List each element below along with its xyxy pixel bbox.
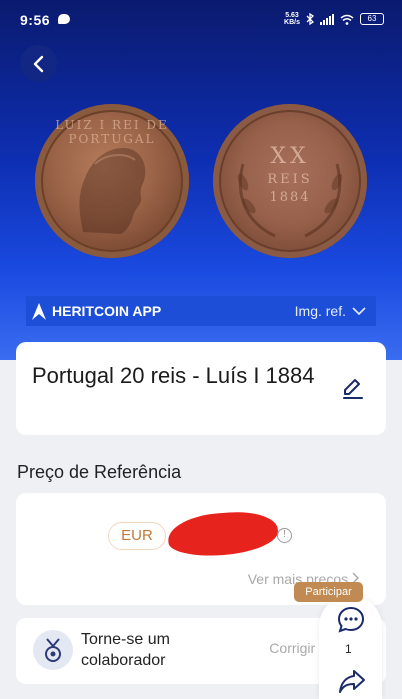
coin-image-header: 9:56 5.63 KB/s 63 LUIZ I REI DE PORTUGAL… bbox=[0, 0, 402, 360]
img-ref-label: Img. ref. bbox=[294, 303, 346, 319]
img-ref-dropdown[interactable]: Img. ref. bbox=[295, 303, 366, 319]
reference-price-heading: Preço de Referência bbox=[17, 462, 182, 482]
heritcoin-logo-icon bbox=[32, 303, 46, 320]
redacted-price bbox=[166, 509, 280, 559]
share-icon[interactable] bbox=[338, 668, 366, 694]
status-time: 9:56 bbox=[20, 12, 51, 28]
chevron-down-icon bbox=[352, 307, 366, 315]
brand-name: HERITCOIN APP bbox=[52, 303, 162, 319]
brand-watermark: HERITCOIN APP bbox=[30, 301, 161, 321]
participate-badge[interactable]: Participar bbox=[294, 582, 363, 602]
currency-selector[interactable]: EUR bbox=[108, 522, 166, 550]
signal-icon bbox=[320, 13, 334, 25]
become-collaborator-label: Torne-se um colaborador bbox=[81, 631, 170, 669]
coin-title: Portugal 20 reis - Luís I 1884 bbox=[32, 363, 315, 388]
medal-icon-container bbox=[33, 630, 73, 670]
coin-reverse-image[interactable]: XX REIS 1884 bbox=[213, 104, 367, 258]
coin-obverse-image[interactable]: LUIZ I REI DE PORTUGAL bbox=[35, 104, 189, 258]
edit-icon[interactable] bbox=[340, 375, 366, 401]
reverse-unit: REIS bbox=[267, 172, 313, 187]
medal-icon bbox=[45, 638, 61, 662]
battery-icon: 63 bbox=[360, 13, 384, 25]
back-button[interactable] bbox=[20, 45, 57, 82]
wifi-icon bbox=[340, 14, 354, 25]
coin-title-card: Portugal 20 reis - Luís I 1884 bbox=[16, 342, 386, 435]
king-portrait bbox=[79, 148, 146, 234]
status-bar: 9:56 5.63 KB/s 63 bbox=[0, 0, 402, 40]
status-indicators: 5.63 KB/s 63 bbox=[284, 12, 384, 26]
comment-icon[interactable] bbox=[336, 605, 366, 635]
bluetooth-icon bbox=[306, 13, 314, 25]
reverse-year: 1884 bbox=[269, 190, 311, 205]
comment-count: 1 bbox=[345, 642, 352, 656]
message-notification-icon bbox=[58, 14, 70, 24]
chevron-left-icon bbox=[33, 55, 43, 72]
network-speed: 5.63 KB/s bbox=[284, 12, 300, 26]
reverse-denomination: XX bbox=[270, 144, 310, 169]
info-icon[interactable]: ! bbox=[277, 528, 292, 543]
